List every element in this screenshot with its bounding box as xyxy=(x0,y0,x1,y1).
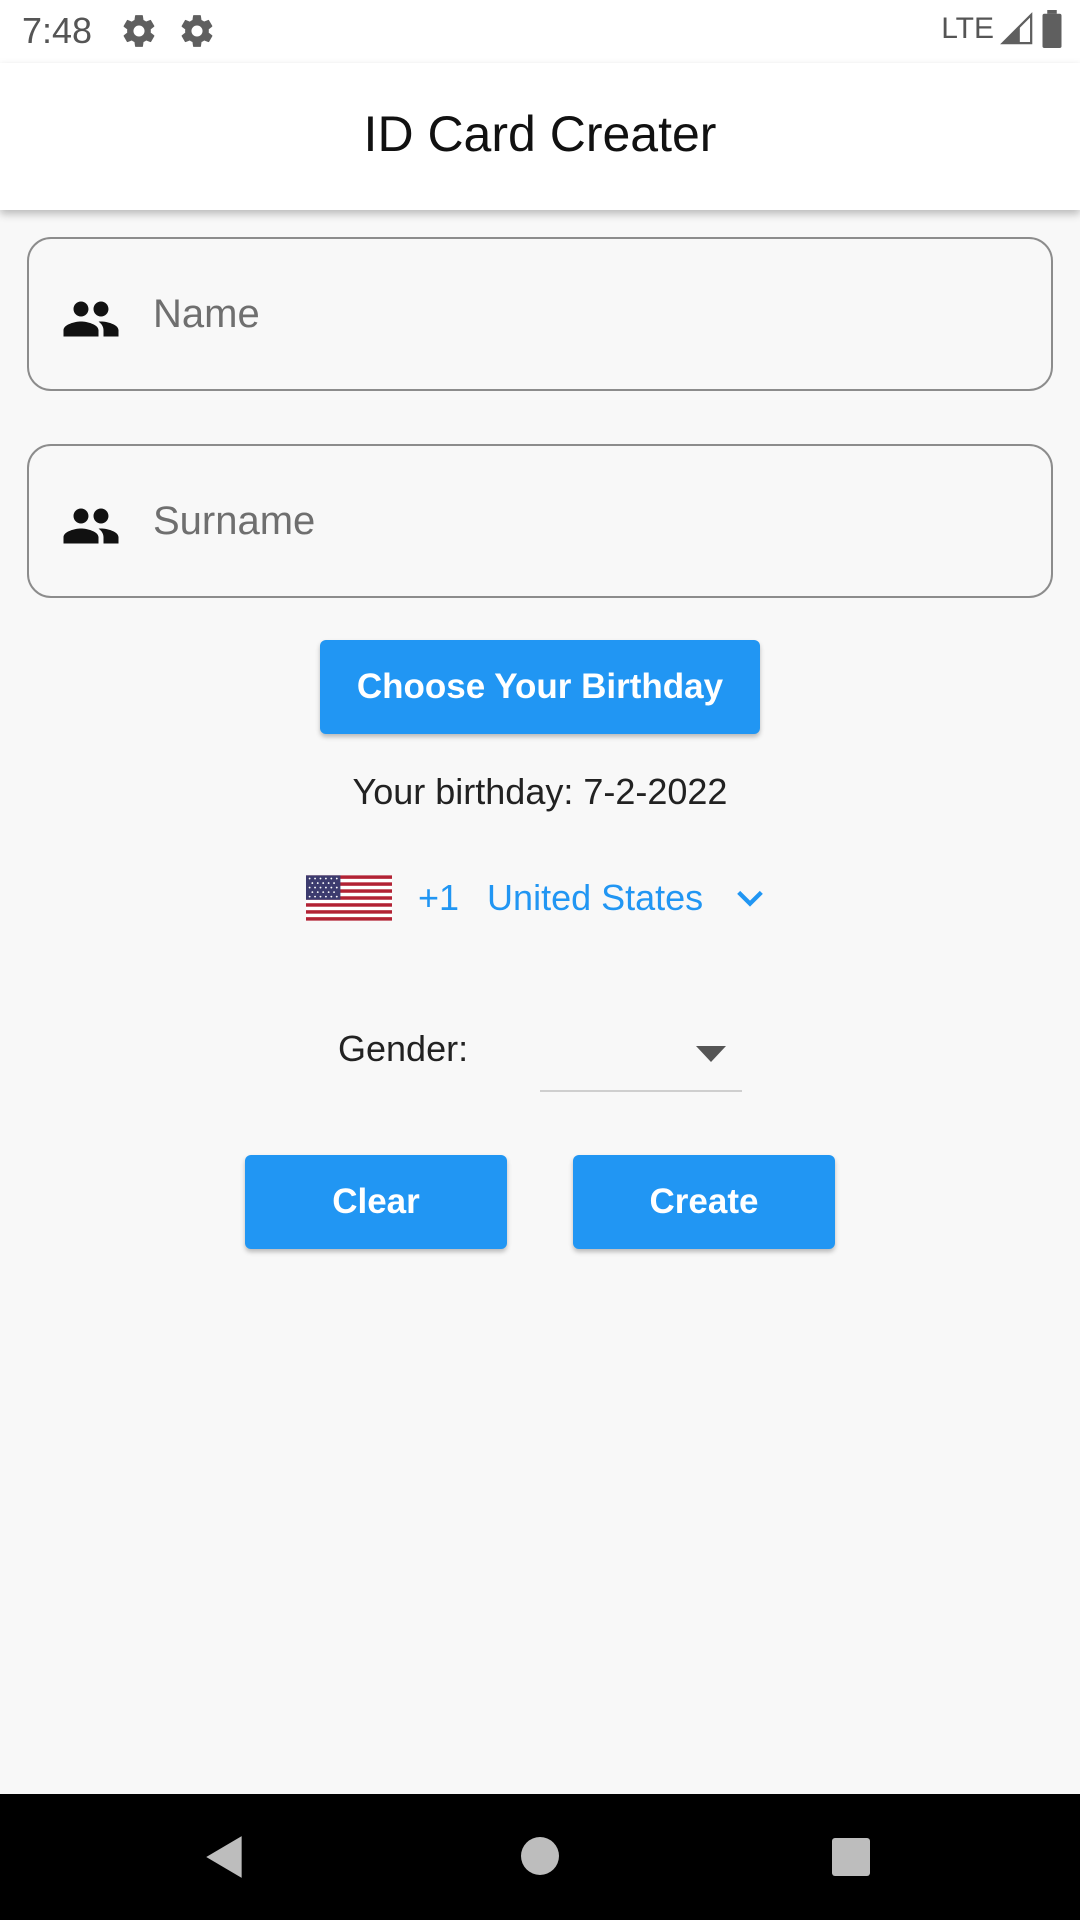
chevron-down-icon xyxy=(737,890,764,907)
clear-button[interactable]: Clear xyxy=(245,1155,507,1249)
name-input[interactable] xyxy=(153,279,1013,349)
surname-field[interactable] xyxy=(27,444,1053,598)
recents-icon[interactable] xyxy=(832,1838,870,1876)
page-title: ID Card Creater xyxy=(363,106,717,162)
create-button[interactable]: Create xyxy=(573,1155,835,1249)
birthday-text: Your birthday: 7-2-2022 xyxy=(352,771,728,812)
gear-icon xyxy=(181,15,213,47)
app-bar: ID Card Creater xyxy=(0,63,1080,210)
gender-dropdown[interactable] xyxy=(540,1020,742,1092)
gender-label: Gender: xyxy=(338,1028,469,1069)
people-icon xyxy=(63,301,119,337)
battery-icon xyxy=(1042,10,1062,48)
country-picker[interactable]: +1 United States xyxy=(306,870,767,926)
network-type: LTE xyxy=(941,12,994,45)
status-bar: 7:48 LTE xyxy=(0,0,1080,63)
gear-icon xyxy=(123,15,155,47)
choose-birthday-button[interactable]: Choose Your Birthday xyxy=(320,640,760,734)
status-time: 7:48 xyxy=(22,10,93,51)
signal-icon xyxy=(1000,12,1033,45)
surname-input[interactable] xyxy=(153,486,1013,556)
people-icon xyxy=(63,508,119,544)
name-field[interactable] xyxy=(27,237,1053,391)
dropdown-arrow-icon xyxy=(696,1046,726,1062)
home-icon[interactable] xyxy=(521,1837,559,1875)
us-flag-icon xyxy=(306,875,392,921)
status-indicators: LTE xyxy=(941,10,1064,48)
country-name: United States xyxy=(487,877,704,918)
back-icon[interactable] xyxy=(200,1832,250,1882)
dial-code: +1 xyxy=(418,877,460,918)
navigation-bar xyxy=(0,1794,1080,1920)
